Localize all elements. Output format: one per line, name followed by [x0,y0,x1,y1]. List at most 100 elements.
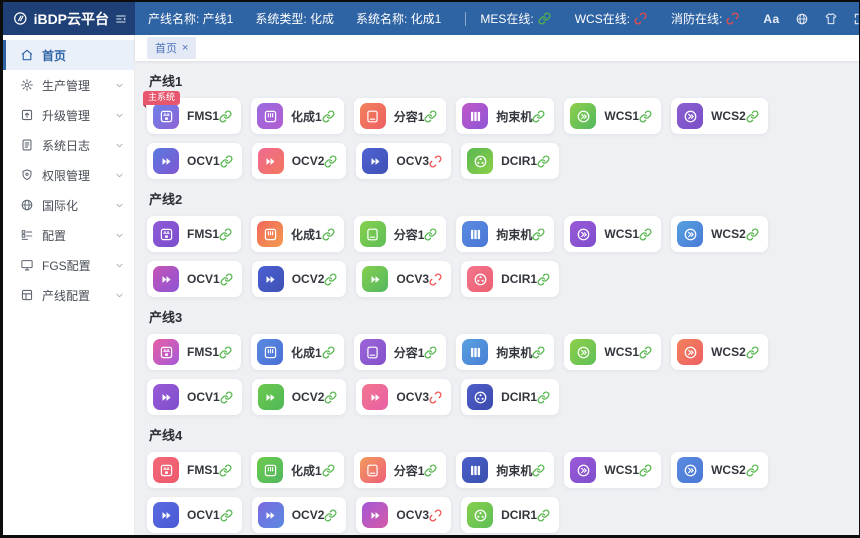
sidebar-item-label: 系统日志 [42,137,115,154]
system-card-jushuji[interactable]: 拘束机 [456,334,554,370]
sidebar-item-line-config[interactable]: 产线配置 [3,280,134,310]
font-size-icon[interactable]: Aa [763,12,779,26]
system-card-wcs1[interactable]: WCS1 [564,452,661,488]
card-label: OCV2 [292,272,325,286]
link-online-icon [220,273,233,286]
chevron-down-icon [115,201,124,210]
sidebar-item-label: 配置 [42,227,115,244]
link-online-icon [639,110,652,123]
card-label: 分容1 [394,226,425,243]
system-card-wcs2[interactable]: WCS2 [671,98,768,134]
ocv-icon [362,384,388,410]
fullscreen-icon[interactable] [853,12,859,26]
system-card-fms1[interactable]: FMS1 [147,452,241,488]
tab-home[interactable]: 首页 × [147,37,196,59]
card-label: WCS1 [604,463,639,477]
system-card-huacheng1[interactable]: 化成1 [251,98,344,134]
system-card-ocv2[interactable]: OCV2 [252,497,347,533]
chevron-down-icon [115,111,124,120]
system-card-ocv1[interactable]: OCV1 [147,379,242,415]
tab-close-icon[interactable]: × [182,43,188,54]
system-card-ocv2[interactable]: OCV2 [252,261,347,297]
link-broken-icon [726,12,739,25]
sidebar-item-label: FGS配置 [42,257,115,274]
wcs-icon [570,221,596,247]
formation-icon [257,457,283,483]
chevron-down-icon [115,231,124,240]
system-card-jushuji[interactable]: 拘束机 [456,452,554,488]
link-online-icon [324,509,337,522]
card-grid: FMS1 化成1 分容1拘束机 WCS1 WCS2 OCV1 OCV2OCV3 DCIR1 [147,452,847,533]
system-card-fms1[interactable]: 主系统FMS1 [147,98,241,134]
system-card-fenrong1[interactable]: 分容1 [354,98,447,134]
system-card-huacheng1[interactable]: 化成1 [251,216,344,252]
fgs-icon [20,258,34,272]
sidebar-item-fgs-config[interactable]: FGS配置 [3,250,134,280]
sidebar-item-permissions[interactable]: 权限管理 [3,160,134,190]
system-card-fenrong1[interactable]: 分容1 [354,452,447,488]
sidebar-item-config[interactable]: 配置 [3,220,134,250]
card-label: 分容1 [394,344,425,361]
system-card-ocv3[interactable]: OCV3 [356,379,451,415]
sidebar-item-label: 国际化 [42,197,115,214]
ocv-icon [153,502,179,528]
section-title: 产线3 [149,307,847,326]
ocv-icon [258,384,284,410]
menu-fold-icon[interactable] [115,12,127,26]
dcir-icon [467,148,493,174]
system-card-ocv3[interactable]: OCV3 [356,143,451,179]
system-card-dcir1[interactable]: DCIR1 [461,261,559,297]
system-card-fms1[interactable]: FMS1 [147,216,241,252]
system-card-dcir1[interactable]: DCIR1 [461,143,559,179]
system-card-dcir1[interactable]: DCIR1 [461,379,559,415]
restraint-icon [462,457,488,483]
system-card-fenrong1[interactable]: 分容1 [354,334,447,370]
system-card-fms1[interactable]: FMS1 [147,334,241,370]
language-icon[interactable] [795,12,809,26]
system-card-huacheng1[interactable]: 化成1 [251,452,344,488]
card-label: 化成1 [291,344,322,361]
tab-label: 首页 [155,40,177,56]
card-label: WCS2 [711,463,746,477]
system-card-huacheng1[interactable]: 化成1 [251,334,344,370]
card-label: WCS1 [604,345,639,359]
system-card-ocv1[interactable]: OCV1 [147,261,242,297]
system-card-ocv1[interactable]: OCV1 [147,143,242,179]
system-card-ocv2[interactable]: OCV2 [252,143,347,179]
system-card-wcs1[interactable]: WCS1 [564,334,661,370]
theme-icon[interactable] [824,12,838,26]
system-card-ocv1[interactable]: OCV1 [147,497,242,533]
system-card-jushuji[interactable]: 拘束机 [456,98,554,134]
sidebar-item-production[interactable]: 生产管理 [3,70,134,100]
card-label: FMS1 [187,109,219,123]
capacity-icon [360,457,386,483]
fms-icon [153,221,179,247]
sidebar-item-i18n[interactable]: 国际化 [3,190,134,220]
system-card-wcs2[interactable]: WCS2 [671,452,768,488]
status-label: MES在线: [480,10,533,27]
system-card-wcs2[interactable]: WCS2 [671,216,768,252]
system-card-fenrong1[interactable]: 分容1 [354,216,447,252]
system-card-wcs1[interactable]: WCS1 [564,216,661,252]
system-card-ocv2[interactable]: OCV2 [252,379,347,415]
sidebar-item-home[interactable]: 首页 [3,40,134,70]
link-online-icon [322,110,335,123]
system-card-ocv3[interactable]: OCV3 [356,261,451,297]
sidebar-menu: 首页生产管理升级管理系统日志权限管理国际化配置 FGS配置产线配置 [3,35,135,535]
system-card-ocv3[interactable]: OCV3 [356,497,451,533]
system-card-wcs2[interactable]: WCS2 [671,334,768,370]
sidebar-item-logs[interactable]: 系统日志 [3,130,134,160]
system-card-wcs1[interactable]: WCS1 [564,98,661,134]
link-online-icon [532,346,545,359]
home-icon [20,48,34,62]
system-card-jushuji[interactable]: 拘束机 [456,216,554,252]
capacity-icon [360,339,386,365]
chevron-down-icon [115,291,124,300]
card-label: OCV3 [396,154,429,168]
sidebar-item-upgrade[interactable]: 升级管理 [3,100,134,130]
card-label: OCV1 [187,508,220,522]
link-online-icon [424,110,437,123]
system-card-dcir1[interactable]: DCIR1 [461,497,559,533]
card-label: WCS1 [604,109,639,123]
fms-icon [153,103,179,129]
